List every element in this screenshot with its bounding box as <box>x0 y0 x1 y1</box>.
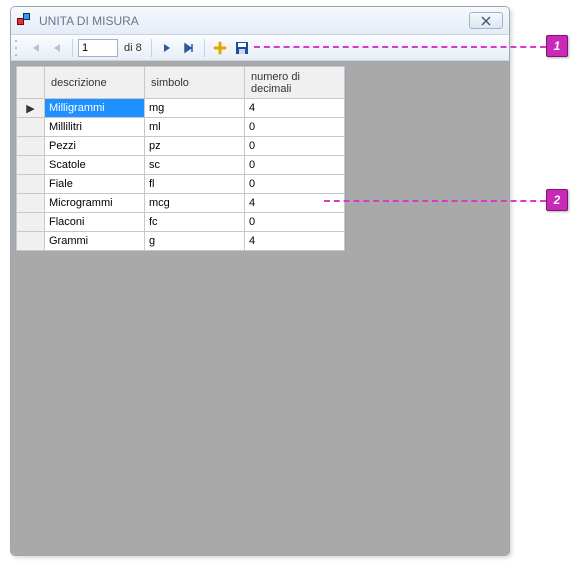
cell-descrizione[interactable]: Pezzi <box>45 137 145 156</box>
nav-next-button[interactable] <box>157 38 177 58</box>
column-header-simbolo[interactable]: simbolo <box>145 67 245 99</box>
cell-decimali[interactable]: 0 <box>245 137 345 156</box>
row-header[interactable] <box>17 175 45 194</box>
cell-decimali[interactable]: 4 <box>245 99 345 118</box>
row-header-corner <box>17 67 45 99</box>
column-header-decimali[interactable]: numero di decimali <box>245 67 345 99</box>
nav-position-input[interactable] <box>78 39 118 57</box>
cell-decimali[interactable]: 4 <box>245 194 345 213</box>
row-header[interactable] <box>17 137 45 156</box>
app-icon <box>17 13 33 29</box>
save-button[interactable] <box>232 38 252 58</box>
cell-decimali[interactable]: 0 <box>245 118 345 137</box>
cell-simbolo[interactable]: mcg <box>145 194 245 213</box>
cell-decimali[interactable]: 4 <box>245 232 345 251</box>
cell-simbolo[interactable]: mg <box>145 99 245 118</box>
table-row[interactable]: ▶Milligrammimg4 <box>17 99 345 118</box>
close-button[interactable] <box>469 12 503 29</box>
cell-simbolo[interactable]: fc <box>145 213 245 232</box>
table-row[interactable]: Grammig4 <box>17 232 345 251</box>
cell-simbolo[interactable]: fl <box>145 175 245 194</box>
toolbar-separator <box>204 39 205 57</box>
header-row: descrizione simbolo numero di decimali <box>17 67 345 99</box>
row-header[interactable] <box>17 194 45 213</box>
cell-decimali[interactable]: 0 <box>245 175 345 194</box>
toolbar-separator <box>72 39 73 57</box>
table-row[interactable]: Fialefl0 <box>17 175 345 194</box>
cell-simbolo[interactable]: g <box>145 232 245 251</box>
cell-descrizione[interactable]: Grammi <box>45 232 145 251</box>
window-title: UNITA DI MISURA <box>39 14 139 28</box>
cell-descrizione[interactable]: Millilitri <box>45 118 145 137</box>
data-grid[interactable]: descrizione simbolo numero di decimali ▶… <box>15 65 346 252</box>
nav-prev-button[interactable] <box>47 38 67 58</box>
row-header[interactable]: ▶ <box>17 99 45 118</box>
callout-line-2 <box>324 200 546 202</box>
row-header[interactable] <box>17 232 45 251</box>
cell-simbolo[interactable]: sc <box>145 156 245 175</box>
table-row[interactable]: Flaconifc0 <box>17 213 345 232</box>
cell-descrizione[interactable]: Flaconi <box>45 213 145 232</box>
toolbar-separator <box>151 39 152 57</box>
grid-area: descrizione simbolo numero di decimali ▶… <box>11 61 509 555</box>
toolbar-grip <box>15 40 21 56</box>
cell-descrizione[interactable]: Scatole <box>45 156 145 175</box>
column-header-descrizione[interactable]: descrizione <box>45 67 145 99</box>
cell-descrizione[interactable]: Fiale <box>45 175 145 194</box>
navigator-toolbar: di 8 <box>11 35 509 61</box>
titlebar: UNITA DI MISURA <box>11 7 509 35</box>
add-new-button[interactable] <box>210 38 230 58</box>
table-row[interactable]: Pezzipz0 <box>17 137 345 156</box>
callout-badge-1: 1 <box>546 35 568 57</box>
cell-simbolo[interactable]: pz <box>145 137 245 156</box>
cell-decimali[interactable]: 0 <box>245 213 345 232</box>
table-row[interactable]: Millilitriml0 <box>17 118 345 137</box>
cell-descrizione[interactable]: Milligrammi <box>45 99 145 118</box>
table-row[interactable]: Microgrammimcg4 <box>17 194 345 213</box>
table-row[interactable]: Scatolesc0 <box>17 156 345 175</box>
callout-line-1 <box>254 46 546 48</box>
row-header[interactable] <box>17 213 45 232</box>
cell-decimali[interactable]: 0 <box>245 156 345 175</box>
nav-last-button[interactable] <box>179 38 199 58</box>
cell-descrizione[interactable]: Microgrammi <box>45 194 145 213</box>
nav-of-label: di 8 <box>124 42 142 54</box>
window-frame: UNITA DI MISURA di 8 <box>10 6 510 556</box>
callout-badge-2: 2 <box>546 189 568 211</box>
cell-simbolo[interactable]: ml <box>145 118 245 137</box>
nav-first-button[interactable] <box>25 38 45 58</box>
row-header[interactable] <box>17 156 45 175</box>
row-header[interactable] <box>17 118 45 137</box>
